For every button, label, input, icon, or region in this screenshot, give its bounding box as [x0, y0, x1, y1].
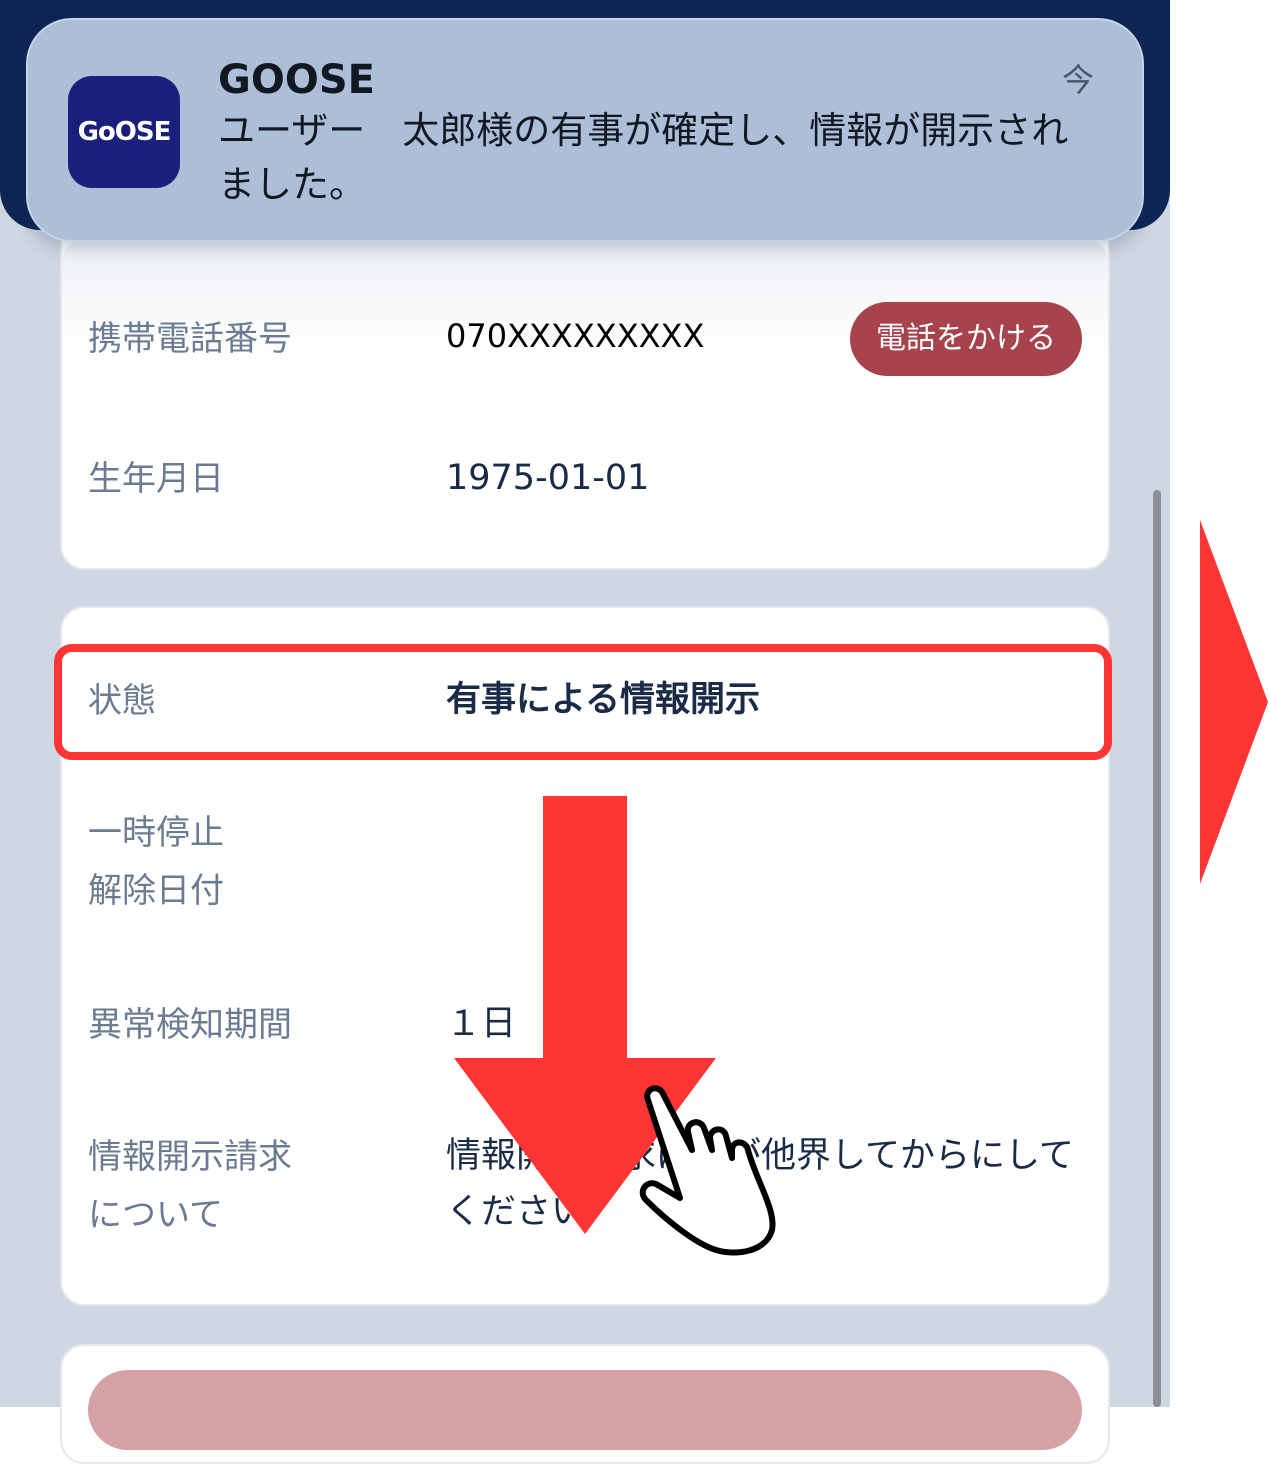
- notification-time: 今: [1062, 61, 1095, 99]
- disclosure-label: 情報開示請求 について: [88, 1137, 292, 1235]
- birthday-value: 1975-01-01: [446, 458, 650, 498]
- phone-label: 携帯電話番号: [88, 319, 292, 359]
- notification-message: ユーザー 太郎様の有事が確定し、情報が開示されました。: [218, 109, 1069, 206]
- right-arrow-icon: [1200, 520, 1268, 884]
- call-button[interactable]: 電話をかける: [850, 302, 1082, 376]
- goose-logo-text: GoOSE: [77, 117, 172, 147]
- detection-period-label: 異常検知期間: [88, 1005, 292, 1045]
- phone-value: 070XXXXXXXXX: [446, 317, 705, 355]
- push-notification[interactable]: GoOSE GOOSE 今 ユーザー 太郎様の有事が確定し、情報が開示されました…: [26, 18, 1144, 242]
- status-highlight-box: [54, 644, 1112, 760]
- notification-app-name: GOOSE: [218, 57, 375, 103]
- bottom-action-button[interactable]: [88, 1370, 1082, 1450]
- birthday-label: 生年月日: [88, 459, 224, 499]
- goose-app-icon: GoOSE: [68, 76, 180, 188]
- scrollbar[interactable]: [1153, 490, 1161, 1407]
- pointer-hand-icon: [639, 1085, 776, 1256]
- pause-release-label: 一時停止 解除日付: [88, 813, 224, 911]
